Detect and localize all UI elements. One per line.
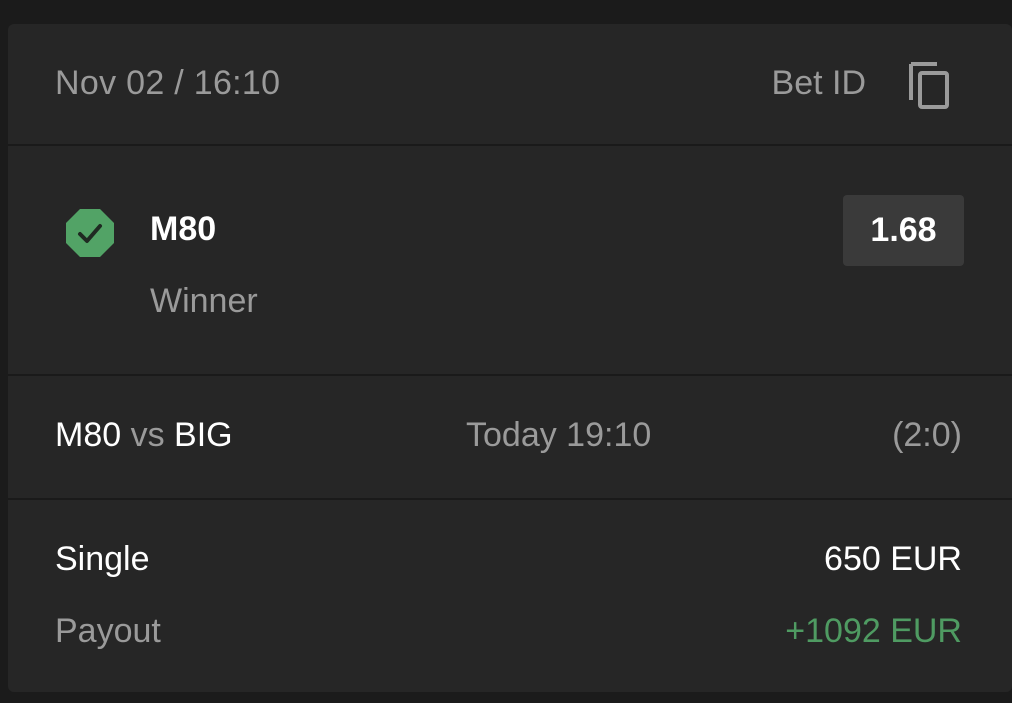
match-teams: M80 vs BIG — [55, 416, 233, 455]
payout-label: Payout — [55, 612, 161, 650]
selection-team: M80 — [150, 210, 217, 248]
bet-id-label: Bet ID — [771, 64, 866, 102]
copy-icon — [909, 62, 949, 109]
bet-card: Nov 02 / 16:10 Bet ID M80 Winner 1.68 M8… — [8, 24, 1012, 692]
match-time: Today 19:10 — [466, 416, 652, 454]
home-team: M80 — [55, 416, 122, 454]
check-octagon-icon — [66, 209, 114, 257]
odds-badge: 1.68 — [843, 195, 964, 266]
bet-type: Single — [55, 540, 150, 578]
away-team: BIG — [174, 416, 233, 454]
stake-amount: 650 EUR — [824, 540, 962, 578]
bet-datetime: Nov 02 / 16:10 — [55, 64, 281, 102]
bet-header: Nov 02 / 16:10 Bet ID — [8, 24, 1012, 144]
vs-label: vs — [130, 416, 165, 454]
copy-bet-id-button[interactable] — [904, 58, 954, 112]
selection-market: Winner — [150, 282, 258, 320]
selection-row[interactable]: M80 Winner 1.68 — [8, 146, 1012, 374]
match-row[interactable]: M80 vs BIG Today 19:10 (2:0) — [8, 376, 1012, 498]
match-score: (2:0) — [892, 416, 962, 454]
payout-value: +1092 EUR — [785, 612, 962, 650]
bet-summary: Single 650 EUR Payout +1092 EUR — [8, 500, 1012, 692]
